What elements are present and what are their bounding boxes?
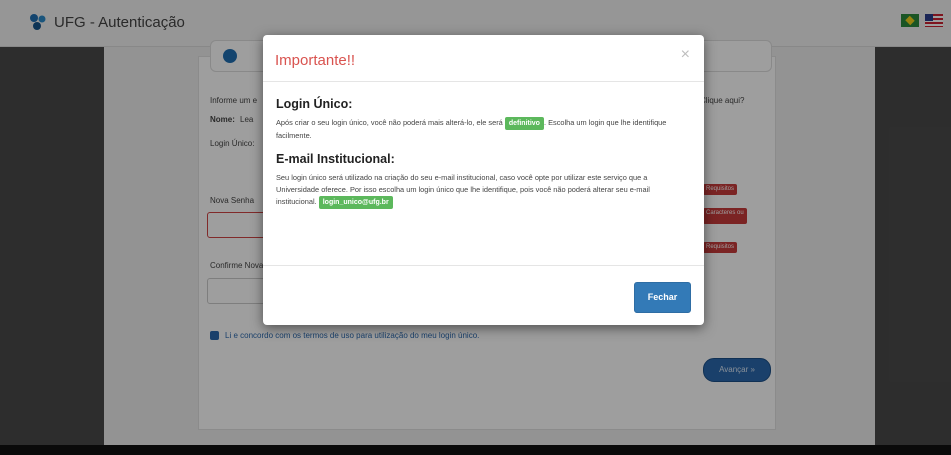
close-button[interactable]: Fechar <box>634 282 691 313</box>
modal-footer: Fechar <box>263 265 704 326</box>
modal-title: Importante!! <box>275 52 356 69</box>
modal-body: Login Único: Após criar o seu login únic… <box>276 97 691 219</box>
important-modal: Importante!! × Login Único: Após criar o… <box>263 35 704 325</box>
section-heading-email: E-mail Institucional: <box>276 152 395 166</box>
section-text-login: Após criar o seu login único, você não p… <box>276 117 691 142</box>
modal-header: Importante!! × <box>263 35 704 82</box>
section-text-email: Seu login único será utilizado na criaçã… <box>276 172 691 209</box>
section-heading-login: Login Único: <box>276 97 353 111</box>
close-icon[interactable]: × <box>681 46 690 64</box>
login-text: Após criar o seu login único, você não p… <box>276 118 503 127</box>
definitive-badge: definitivo <box>504 117 544 130</box>
email-example-badge: login_unico@ufg.br <box>318 196 393 209</box>
